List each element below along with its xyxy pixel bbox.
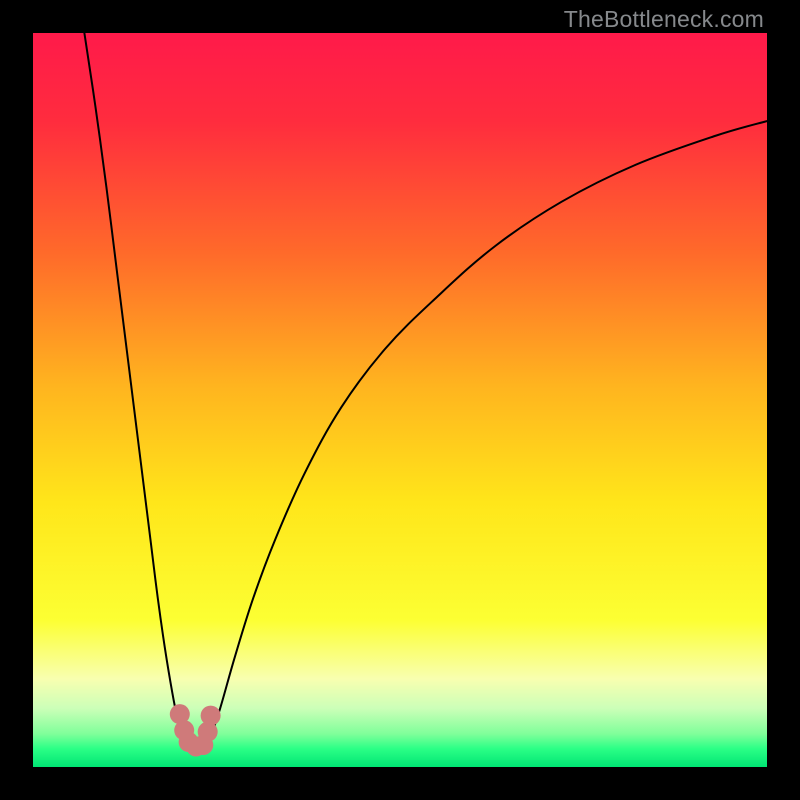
series-right-branch (209, 121, 767, 741)
chart-frame: TheBottleneck.com (0, 0, 800, 800)
curve-layer (33, 33, 767, 767)
series-left-branch (84, 33, 185, 741)
watermark-text: TheBottleneck.com (564, 6, 764, 33)
marker-point (201, 706, 221, 726)
plot-area (33, 33, 767, 767)
